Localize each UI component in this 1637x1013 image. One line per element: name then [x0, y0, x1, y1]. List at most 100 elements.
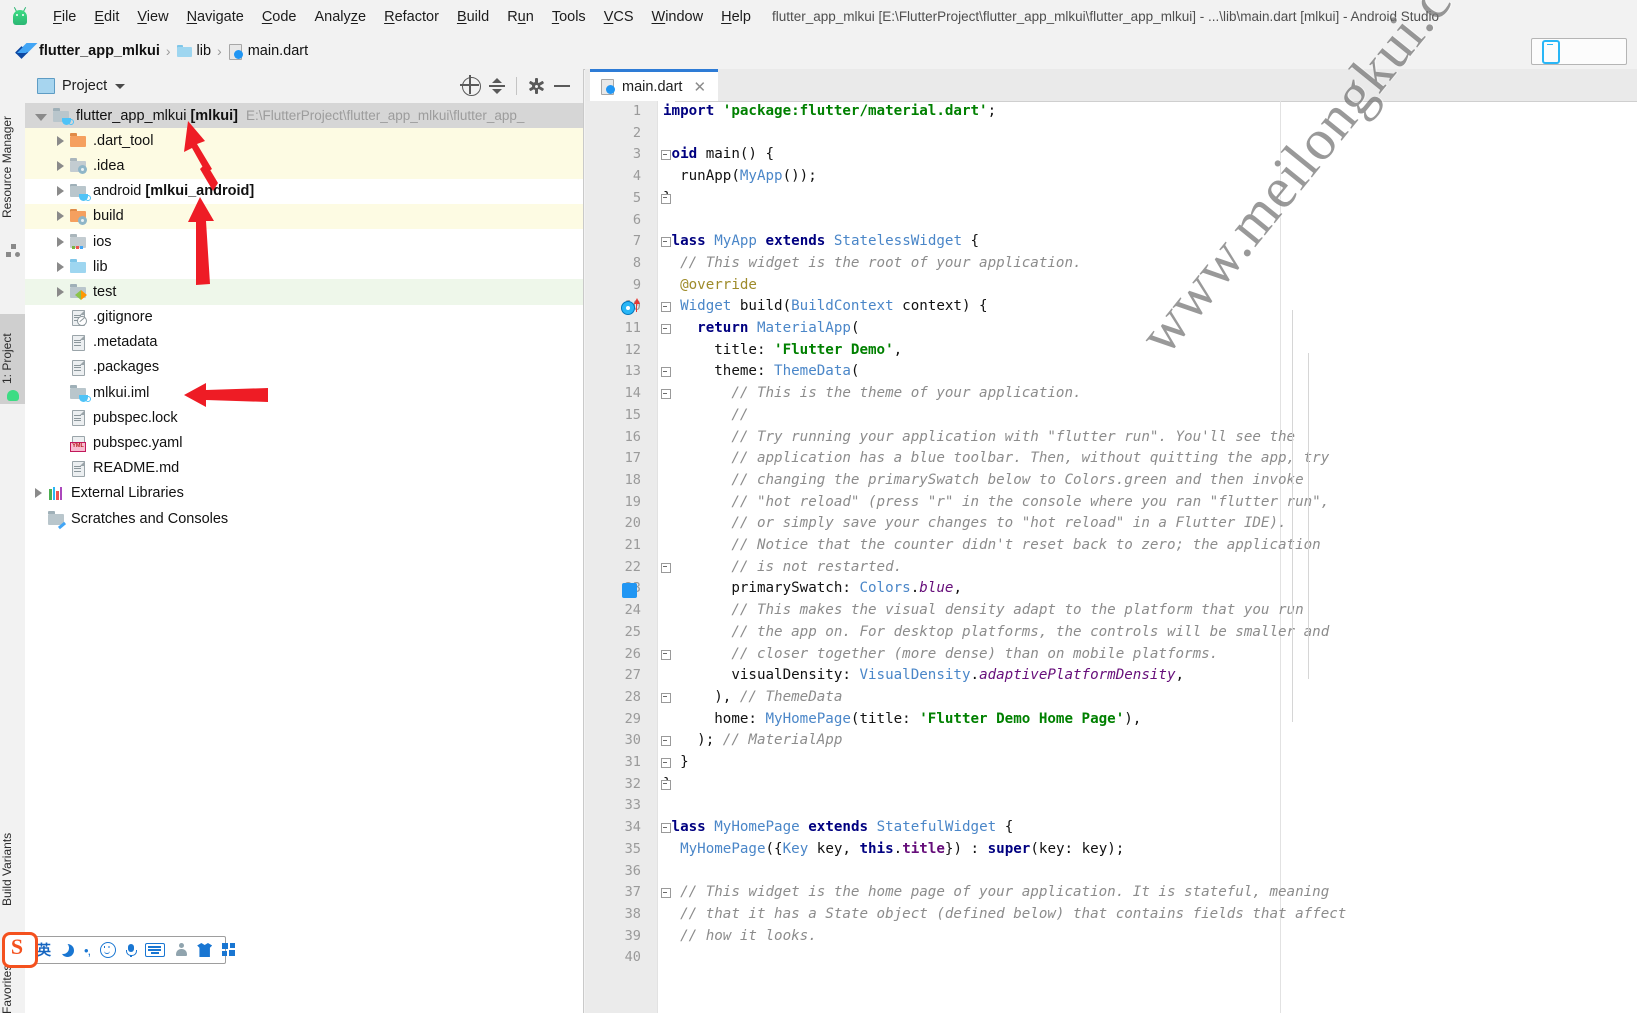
fold-toggle[interactable] — [661, 150, 671, 161]
sogou-ime-logo-icon[interactable]: S — [2, 932, 38, 968]
tree-node--gitignore[interactable]: .gitignore — [25, 305, 583, 330]
menu-item-tools[interactable]: Tools — [543, 5, 595, 29]
menu-item-edit[interactable]: Edit — [85, 5, 128, 29]
chevron-right-icon[interactable] — [57, 261, 64, 272]
line-number: 5 — [632, 189, 641, 206]
breadcrumb-item-file[interactable]: main.dart — [228, 43, 308, 60]
chevron-right-icon[interactable] — [57, 186, 64, 197]
code-line: 24 // This makes the visual density adap… — [585, 602, 1637, 624]
ime-soft-keyboard-icon[interactable] — [145, 943, 166, 957]
menu-item-run[interactable]: Run — [498, 5, 543, 29]
ime-punctuation-icon[interactable]: •, — [84, 943, 91, 958]
chevron-right-icon[interactable] — [35, 488, 42, 499]
fold-toggle[interactable] — [661, 367, 671, 378]
menu-item-refactor[interactable]: Refactor — [375, 5, 448, 29]
sidebar-item-resource-manager[interactable]: Resource Manager — [0, 97, 25, 237]
color-swatch-gutter-icon[interactable] — [622, 583, 637, 599]
menu-item-build[interactable]: Build — [448, 5, 498, 29]
ime-skin-icon[interactable] — [197, 943, 213, 957]
tree-node-pubspec-lock[interactable]: pubspec.lock — [25, 405, 583, 430]
line-number: 12 — [624, 341, 641, 358]
fold-toggle[interactable] — [661, 324, 671, 334]
android-studio-icon — [10, 6, 30, 27]
tree-node-external-libraries[interactable]: External Libraries — [25, 481, 583, 506]
line-text: ); // MaterialApp — [663, 732, 843, 749]
ime-moon-icon[interactable] — [57, 941, 74, 957]
tree-node-scratches-and-consoles[interactable]: Scratches and Consoles — [25, 506, 583, 531]
menu-item-code[interactable]: Code — [253, 5, 306, 29]
run-gutter-icon[interactable] — [621, 298, 640, 316]
sidebar-item-build-variants[interactable]: Build Variants — [0, 814, 25, 924]
chevron-right-icon[interactable] — [57, 236, 64, 247]
menu-item-vcs[interactable]: VCS — [595, 5, 643, 29]
chevron-right-icon[interactable] — [57, 160, 64, 171]
resource-manager-label: Resource Manager — [0, 115, 14, 219]
line-number: 13 — [624, 363, 641, 380]
code-line: 32} — [585, 776, 1637, 798]
tab-main-dart[interactable]: main.dart ✕ — [590, 69, 719, 101]
module-file-icon — [70, 385, 91, 403]
code-content[interactable]: 1 import 'package:flutter/material.dart';… — [585, 101, 1637, 1013]
tree-node-lib[interactable]: lib — [25, 254, 583, 279]
ime-user-icon[interactable] — [175, 943, 187, 957]
fold-toggle[interactable] — [661, 692, 671, 703]
breadcrumb-item-project[interactable]: flutter_app_mlkui — [39, 43, 160, 59]
line-number: 27 — [624, 667, 641, 684]
tree-node--packages[interactable]: .packages — [25, 355, 583, 380]
settings-button[interactable] — [523, 73, 549, 99]
tree-node-readme-md[interactable]: README.md — [25, 456, 583, 481]
chevron-right-icon[interactable] — [57, 135, 64, 146]
line-text: // This widget is the home page of your … — [680, 884, 1330, 901]
ime-toolbox-icon[interactable] — [222, 943, 236, 957]
fold-toggle[interactable] — [661, 823, 671, 834]
fold-toggle[interactable] — [661, 389, 671, 400]
fold-toggle[interactable] — [661, 779, 671, 790]
tree-node-pubspec-yaml[interactable]: YML pubspec.yaml — [25, 430, 583, 455]
menu-item-help[interactable]: Help — [712, 5, 760, 29]
tree-node-flutter-app-mlkui[interactable]: flutter_app_mlkui [mlkui] E:\FlutterProje… — [25, 103, 583, 129]
fold-toggle[interactable] — [661, 649, 671, 660]
tree-node-test[interactable]: test — [25, 279, 583, 305]
minus-icon — [554, 85, 570, 87]
indent-guide — [1308, 353, 1309, 679]
line-number: 18 — [624, 471, 641, 488]
fold-toggle[interactable] — [661, 758, 671, 768]
hide-panel-button[interactable] — [549, 73, 575, 99]
menu-item-view[interactable]: View — [128, 5, 177, 29]
ime-emoji-icon[interactable] — [100, 942, 117, 958]
tree-node--idea[interactable]: .idea — [25, 153, 583, 179]
close-icon[interactable]: ✕ — [693, 78, 706, 96]
tree-node-mlkui-iml[interactable]: mlkui.iml — [25, 380, 583, 405]
menu-item-window[interactable]: Window — [643, 5, 713, 29]
indent-guide — [1292, 309, 1293, 722]
fold-toggle[interactable] — [661, 736, 671, 747]
line-text: class MyApp extends StatelessWidget { — [663, 233, 980, 250]
fold-toggle[interactable] — [661, 193, 671, 204]
chevron-right-icon[interactable] — [57, 211, 64, 222]
ime-voice-input-icon[interactable] — [126, 943, 138, 957]
menu-item-file[interactable]: File — [44, 5, 85, 29]
chevron-down-icon[interactable] — [115, 83, 126, 89]
device-selector[interactable] — [1531, 38, 1627, 65]
fold-toggle[interactable] — [661, 888, 671, 899]
tree-node-build[interactable]: build — [25, 203, 583, 229]
chevron-down-icon[interactable] — [35, 113, 47, 121]
fold-toggle[interactable] — [661, 302, 671, 313]
menu-item-navigate[interactable]: Navigate — [178, 5, 253, 29]
menu-item-analyze[interactable]: Analyze — [306, 5, 376, 29]
code-line: 21 // Notice that the counter didn't res… — [585, 537, 1637, 559]
tree-node-ios[interactable]: ios — [25, 229, 583, 254]
locate-target-button[interactable] — [458, 73, 484, 99]
collapse-all-button[interactable] — [484, 73, 510, 99]
test-folder-icon — [70, 284, 87, 301]
tree-node--dart-tool[interactable]: .dart_tool — [25, 128, 583, 154]
ime-language-toggle[interactable]: 英 — [37, 940, 51, 960]
tree-node--metadata[interactable]: .metadata — [25, 330, 583, 355]
tree-node-android[interactable]: android [mlkui_android] — [25, 179, 583, 204]
sogou-ime-toolbar[interactable]: 英 •, — [26, 936, 236, 964]
breadcrumb-item-lib[interactable]: lib — [176, 43, 211, 59]
chevron-right-icon[interactable] — [57, 286, 64, 297]
code-line: 19 // "hot reload" (press "r" in the con… — [585, 494, 1637, 516]
fold-toggle[interactable] — [661, 237, 671, 248]
fold-toggle[interactable] — [661, 562, 671, 573]
